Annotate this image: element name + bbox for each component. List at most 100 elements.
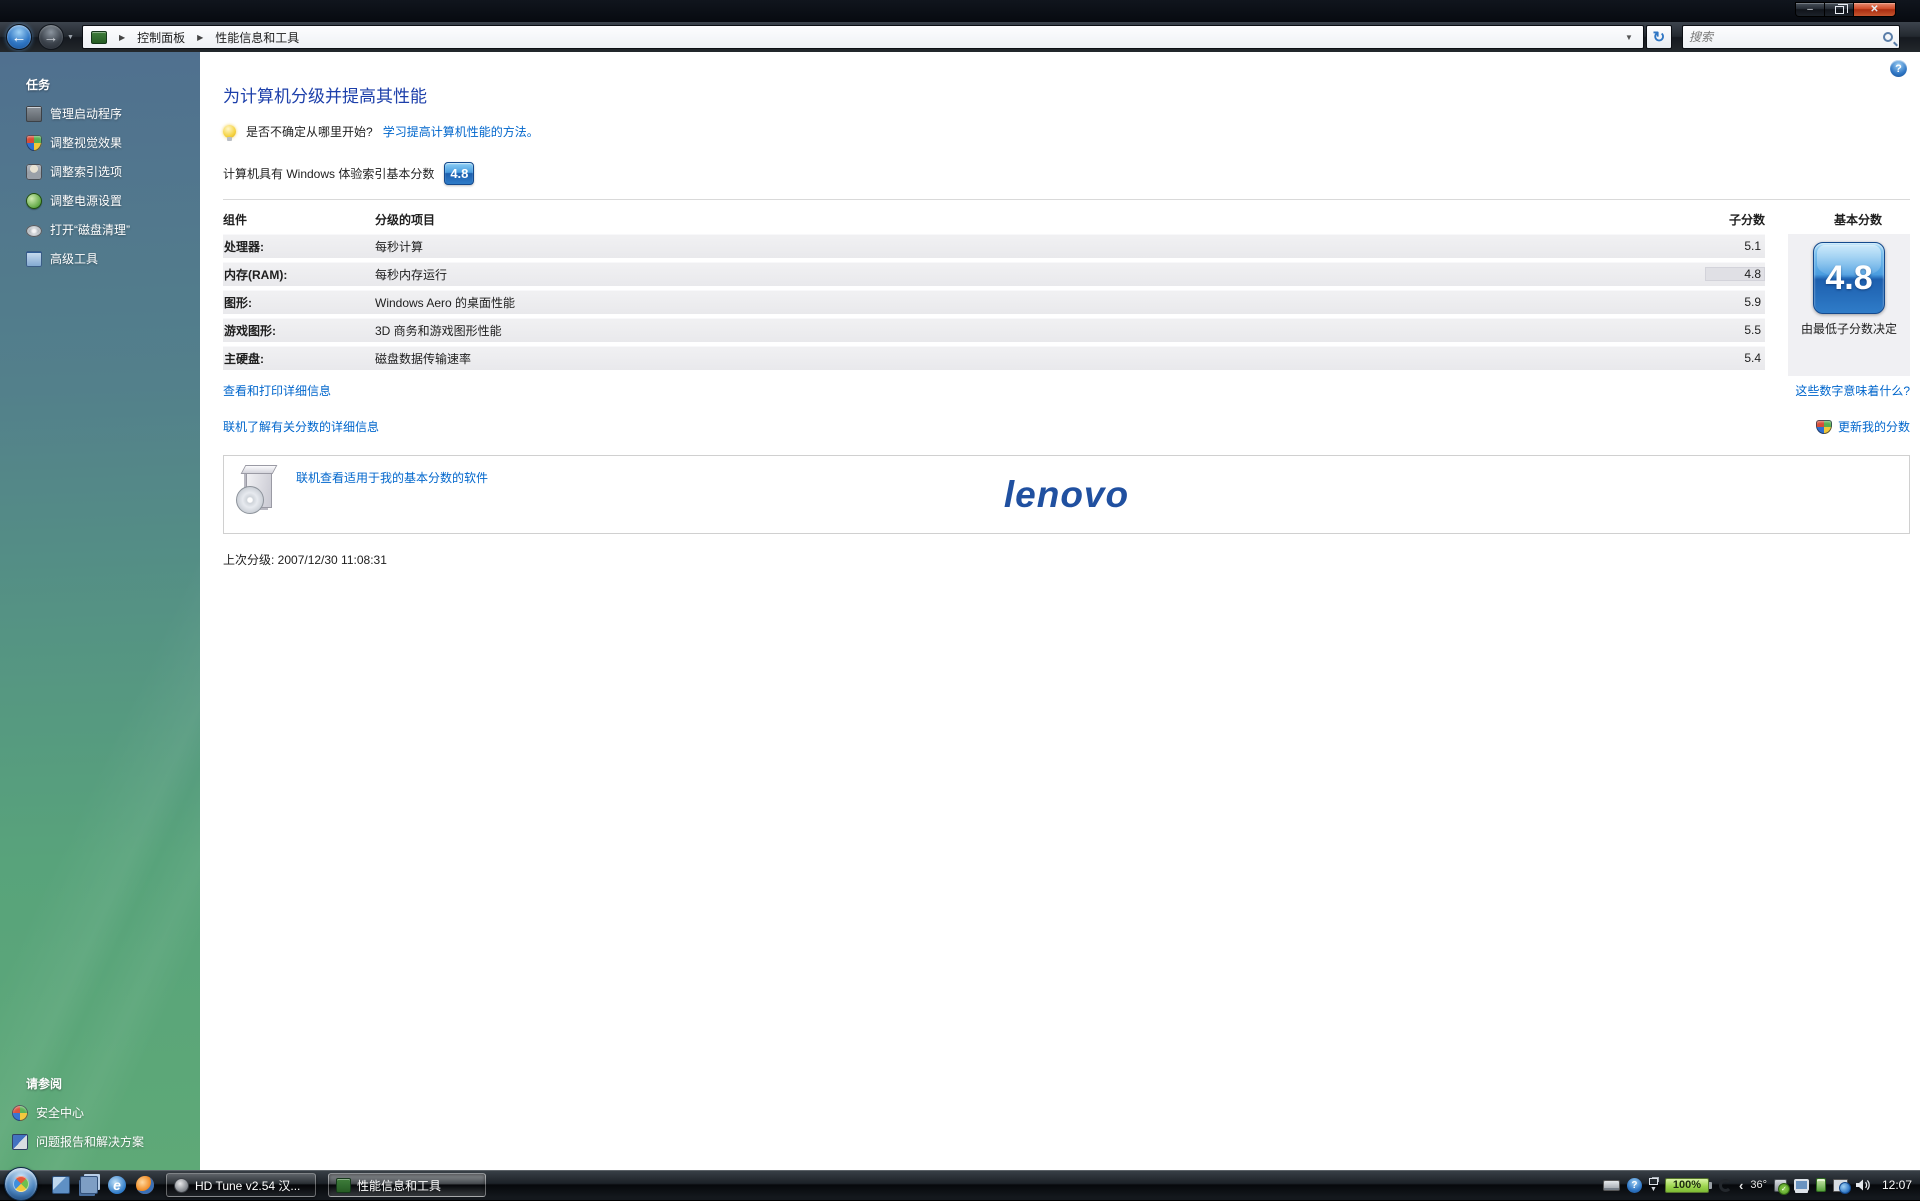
uac-shield-icon [1816,420,1832,434]
oem-banner: 联机查看适用于我的基本分数的软件 lenovo [223,455,1910,534]
sidebar-item-label: 高级工具 [50,250,98,267]
breadcrumb-control-panel[interactable]: 控制面板 [133,27,189,48]
update-my-score-link[interactable]: 更新我的分数 [1838,418,1910,435]
col-base-score: 基本分数 [1834,211,1882,228]
battery-indicator[interactable]: 100% [1665,1178,1712,1193]
col-subscore: 子分数 [1705,211,1765,228]
lightbulb-icon [223,125,236,138]
subscore-value: 5.5 [1705,323,1765,337]
chevron-down-icon: ▼ [1650,1186,1657,1193]
task-buttons: HD Tune v2.54 汉... 性能信息和工具 [166,1173,486,1197]
search-icon[interactable] [1883,32,1893,42]
sidebar-item-label: 管理启动程序 [50,105,122,122]
learn-performance-link[interactable]: 学习提高计算机性能的方法。 [383,123,539,140]
audio-device-icon[interactable] [1719,1179,1732,1192]
breadcrumb-arrow-icon: ▶ [197,33,203,42]
temperature-indicator[interactable]: 36° [1750,1179,1767,1191]
sidebar-item-disk-cleanup[interactable]: 打开“磁盘清理” [0,215,200,244]
sidebar-item-advanced-tools[interactable]: 高级工具 [0,244,200,273]
rated-item: 磁盘数据传输速率 [375,350,1705,367]
base-score-panel: 4.8 由最低子分数决定 [1788,234,1910,376]
switch-windows-icon[interactable] [80,1176,98,1194]
refresh-button[interactable]: ↻ [1646,25,1672,49]
base-score-badge: 4.8 [1813,242,1885,314]
last-rated-text: 上次分级: 2007/12/30 11:08:31 [223,551,1910,568]
uac-shield-icon [26,135,42,151]
search-box[interactable] [1682,25,1900,49]
close-button[interactable]: ✕ [1853,2,1896,17]
disk-cleanup-icon [26,225,42,237]
table-row: 游戏图形: 3D 商务和游戏图形性能 5.5 [223,318,1765,342]
restore-icon [1649,1178,1658,1185]
performance-tools-icon [91,31,107,44]
navigation-bar: ← → ▼ ▶ 控制面板 ▶ 性能信息和工具 ▼ ↻ [0,22,1920,52]
battery-percent: 100% [1665,1178,1709,1193]
view-print-details-link[interactable]: 查看和打印详细信息 [223,382,331,399]
component-name: 处理器: [223,238,375,255]
col-component: 组件 [223,211,375,228]
learn-scores-online-link[interactable]: 联机了解有关分数的详细信息 [223,418,379,435]
start-button[interactable] [4,1167,38,1201]
task-button-label: HD Tune v2.54 汉... [195,1177,300,1194]
language-bar-icon[interactable]: ▼ [1649,1178,1658,1193]
subscore-value: 5.1 [1705,239,1765,253]
what-numbers-mean-link[interactable]: 这些数字意味着什么? [1795,382,1910,399]
sidebar-item-security-center[interactable]: 安全中心 [0,1098,200,1127]
address-dropdown-icon[interactable]: ▼ [1621,33,1637,42]
safely-remove-usb-icon[interactable] [1774,1179,1787,1192]
taskbar-button-performance-tools[interactable]: 性能信息和工具 [328,1173,486,1197]
task-button-label: 性能信息和工具 [357,1177,441,1194]
maximize-button[interactable] [1824,2,1853,17]
main-content: ? 为计算机分级并提高其性能 是否不确定从哪里开始? 学习提高计算机性能的方法。… [200,52,1920,1170]
window-titlebar: – ✕ [0,0,1920,22]
advanced-tools-icon [26,251,42,267]
show-desktop-icon[interactable] [52,1176,70,1194]
lenovo-logo: lenovo [224,474,1909,516]
component-name: 内存(RAM): [223,266,375,283]
sidebar-item-label: 调整索引选项 [50,163,122,180]
page-title: 为计算机分级并提高其性能 [223,82,1910,107]
forward-button[interactable]: → [38,24,64,50]
sidebar-item-manage-startup[interactable]: 管理启动程序 [0,99,200,128]
score-line: 计算机具有 Windows 体验索引基本分数 4.8 [223,162,1910,200]
table-row: 内存(RAM): 每秒内存运行 4.8 [223,262,1765,286]
security-center-icon [12,1105,28,1121]
back-button[interactable]: ← [6,24,32,50]
see-also-section: 请参阅 安全中心 问题报告和解决方案 [0,1075,200,1156]
address-bar[interactable]: ▶ 控制面板 ▶ 性能信息和工具 ▼ [82,25,1644,49]
sidebar-item-label: 打开“磁盘清理” [50,221,130,238]
firefox-icon[interactable] [136,1176,154,1194]
minimize-button[interactable]: – [1795,2,1824,17]
search-input[interactable] [1689,30,1883,44]
power-plug-icon[interactable] [1816,1178,1826,1192]
sidebar-item-label: 问题报告和解决方案 [36,1133,144,1150]
history-dropdown-icon[interactable]: ▼ [67,34,74,41]
component-name: 主硬盘: [223,350,375,367]
tray-help-icon[interactable]: ? [1627,1178,1642,1193]
keyboard-icon[interactable] [1603,1180,1620,1191]
display-settings-icon[interactable] [1794,1179,1809,1191]
sidebar-item-power-settings[interactable]: 调整电源设置 [0,186,200,215]
sidebar-item-problem-reports[interactable]: 问题报告和解决方案 [0,1127,200,1156]
power-settings-icon [26,193,42,209]
update-score-action[interactable]: 更新我的分数 [1816,418,1910,435]
hdtune-icon [174,1178,189,1193]
rated-item: 3D 商务和游戏图形性能 [375,322,1705,339]
volume-icon[interactable] [1855,1178,1871,1192]
score-table: 组件 分级的项目 子分数 基本分数 处理器: 每秒计算 5.1 内存(RAM):… [223,200,1910,370]
network-icon[interactable] [1833,1179,1848,1192]
internet-explorer-icon[interactable]: e [108,1176,126,1194]
sidebar-item-indexing-options[interactable]: 调整索引选项 [0,157,200,186]
taskbar-clock[interactable]: 12:07 [1882,1178,1912,1192]
tray-expand-icon[interactable]: ‹ [1739,1178,1743,1193]
col-rated-item: 分级的项目 [375,211,1705,228]
quick-launch: e [52,1176,154,1194]
experience-index-badge: 4.8 [444,162,474,185]
taskbar-button-hdtune[interactable]: HD Tune v2.54 汉... [166,1173,316,1197]
sidebar-item-visual-effects[interactable]: 调整视觉效果 [0,128,200,157]
help-icon[interactable]: ? [1890,60,1907,77]
rated-item: 每秒内存运行 [375,266,1705,283]
breadcrumb-performance-tools[interactable]: 性能信息和工具 [211,27,303,48]
task-pane: 任务 管理启动程序 调整视觉效果 调整索引选项 调整电源设置 打开“磁盘清理” … [0,52,200,1170]
see-also-header: 请参阅 [0,1075,200,1098]
